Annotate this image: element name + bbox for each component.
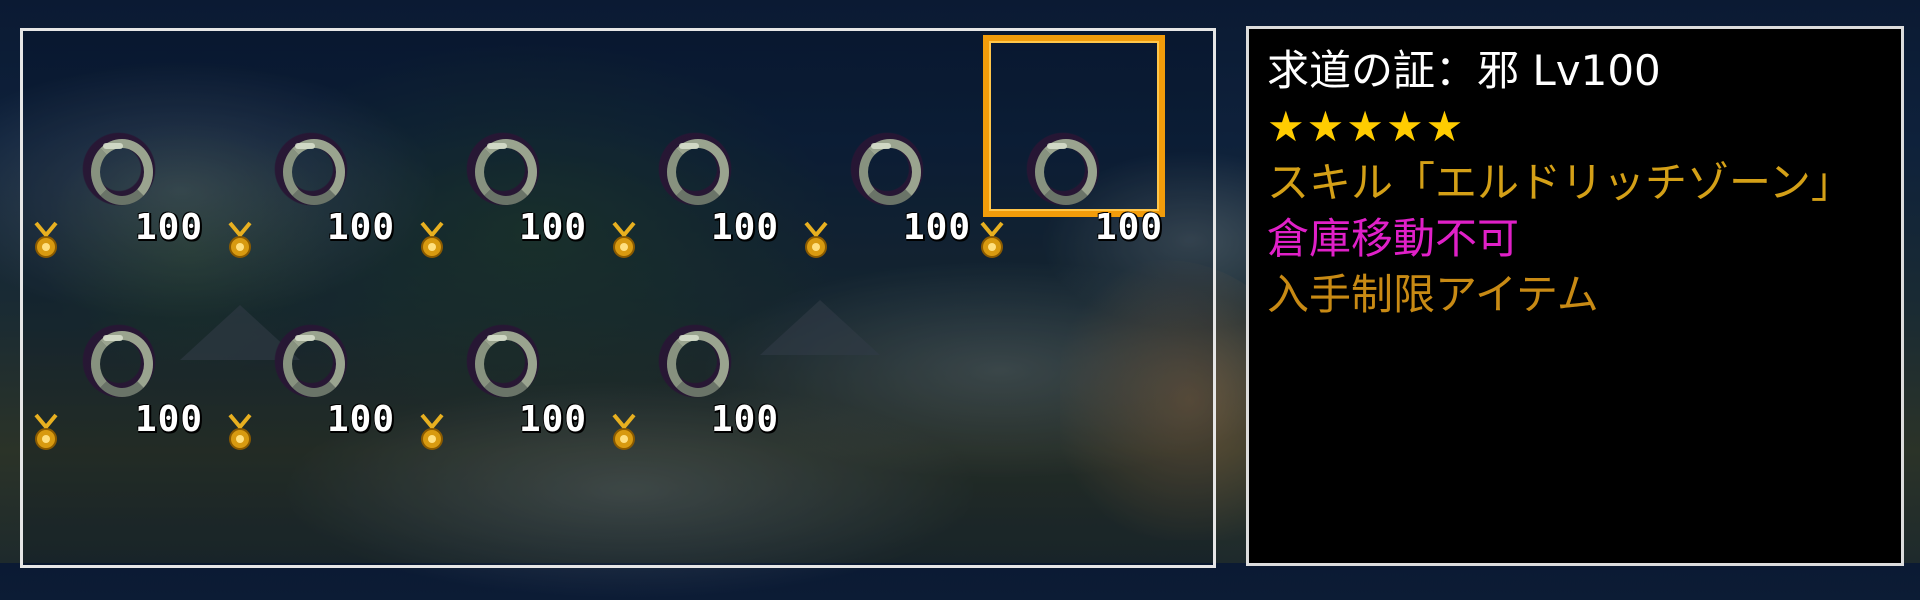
inventory-slot[interactable]: 100 <box>215 71 405 258</box>
medal-icon <box>417 221 447 261</box>
inventory-slot[interactable]: 100 <box>407 263 597 450</box>
inventory-slot[interactable]: 100 <box>407 71 597 258</box>
inventory-panel: 100 100 100 100 100 100 100 100 100 100 <box>20 28 1216 568</box>
item-title: 求道の証：邪 Lv100 <box>1267 46 1661 95</box>
item-count: 100 <box>1095 207 1164 248</box>
medal-icon <box>225 413 255 453</box>
ring-icon <box>461 319 545 403</box>
item-count: 100 <box>711 207 780 248</box>
ring-icon <box>77 319 161 403</box>
medal-icon <box>609 221 639 261</box>
medal-icon <box>609 413 639 453</box>
medal-icon <box>225 221 255 261</box>
inventory-slot-selected[interactable]: 100 <box>815 31 1195 258</box>
inventory-slot[interactable]: 100 <box>599 263 789 450</box>
ring-icon <box>77 127 161 211</box>
inventory-slot[interactable]: 100 <box>23 71 213 258</box>
ring-icon <box>1021 127 1105 211</box>
medal-icon <box>31 221 61 261</box>
item-count: 100 <box>135 399 204 440</box>
item-count: 100 <box>519 399 588 440</box>
rarity-stars: ★★★★★ <box>1267 102 1466 151</box>
medal-icon <box>977 221 1007 261</box>
item-info-panel: 求道の証：邪 Lv100 ★★★★★ スキル「エルドリッチゾーン」 倉庫移動不可… <box>1246 26 1904 566</box>
ring-icon <box>653 127 737 211</box>
acquisition-limit-text: 入手制限アイテム <box>1267 270 1599 319</box>
inventory-slot[interactable]: 100 <box>23 263 213 450</box>
inventory-slot[interactable]: 100 <box>599 71 789 258</box>
inventory-slot[interactable]: 100 <box>215 263 405 450</box>
item-count: 100 <box>327 399 396 440</box>
ring-icon <box>653 319 737 403</box>
ring-icon <box>269 127 353 211</box>
medal-icon <box>417 413 447 453</box>
item-count: 100 <box>135 207 204 248</box>
storage-restriction-text: 倉庫移動不可 <box>1267 214 1520 263</box>
ring-icon <box>269 319 353 403</box>
item-count: 100 <box>711 399 780 440</box>
item-skill-text: スキル「エルドリッチゾーン」 <box>1267 158 1853 207</box>
medal-icon <box>31 413 61 453</box>
item-count: 100 <box>327 207 396 248</box>
ring-icon <box>461 127 545 211</box>
item-count: 100 <box>519 207 588 248</box>
